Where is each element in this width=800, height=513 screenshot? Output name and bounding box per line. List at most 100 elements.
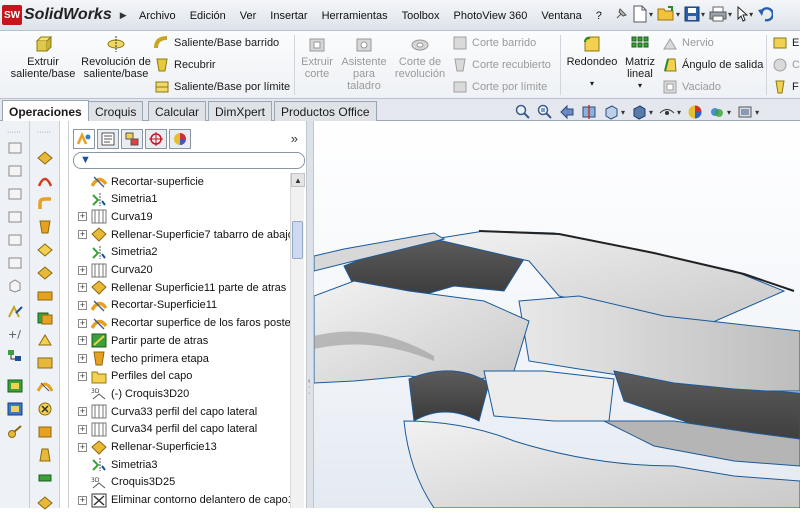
key-icon[interactable] — [7, 425, 23, 439]
tab-croquis[interactable]: Croquis — [88, 101, 144, 121]
zoom-to-fit-icon[interactable] — [515, 104, 531, 120]
delete-face-icon[interactable] — [37, 402, 53, 416]
curves-button[interactable]: C — [772, 56, 800, 74]
view-top-icon[interactable] — [7, 233, 23, 247]
menu-help[interactable]: ? — [589, 10, 609, 22]
linear-pattern-dropdown-icon[interactable]: ▾ — [622, 80, 658, 92]
extrude-boss-button[interactable]: Extruir saliente/base — [8, 35, 78, 80]
edit-appearance-icon[interactable] — [687, 104, 703, 120]
menu-expand-icon[interactable]: ▶ — [120, 10, 127, 21]
offset-surface-icon[interactable] — [37, 311, 53, 325]
cut-with-surface-icon[interactable] — [37, 448, 53, 462]
expand-toggle-icon[interactable]: + — [78, 336, 87, 346]
display-pane-icon[interactable] — [7, 379, 23, 393]
tree-item[interactable]: + Recortar superfice de los faros poster — [69, 315, 291, 332]
wrap-button[interactable]: E — [772, 34, 799, 52]
tree-item[interactable]: + techo primera etapa — [69, 350, 291, 367]
fillet-button[interactable]: Redondeo ▾ — [564, 35, 620, 90]
tree-item[interactable]: + Partir parte de atras — [69, 332, 291, 349]
tree-item[interactable]: + Eliminar contorno delantero de capo1 — [69, 492, 291, 508]
tree-item[interactable]: + Rellenar Superficie11 parte de atras — [69, 279, 291, 296]
graphics-area[interactable] — [314, 121, 800, 508]
configuration-manager-tab-icon[interactable] — [121, 129, 143, 149]
view-left-icon[interactable] — [7, 187, 23, 201]
add-relation-icon[interactable]: +/ — [7, 327, 23, 341]
swept-cut-button[interactable]: Corte barrido — [452, 34, 536, 52]
tree-item[interactable]: + Curva34 perfil del capo lateral — [69, 421, 291, 438]
sweep-boss-button[interactable]: Saliente/Base barrido — [154, 34, 279, 52]
ruled-surface-icon[interactable] — [37, 333, 53, 347]
hide-show-items-icon[interactable] — [659, 104, 675, 120]
view-settings-dropdown-icon[interactable]: ▾ — [755, 108, 759, 117]
tab-operaciones[interactable]: Operaciones — [2, 100, 89, 122]
expand-toggle-icon[interactable]: + — [78, 212, 87, 222]
menu-photoview[interactable]: PhotoView 360 — [447, 10, 535, 22]
view-settings-icon[interactable] — [737, 104, 753, 120]
hide-show-dropdown-icon[interactable]: ▾ — [677, 108, 681, 117]
expand-toggle-icon[interactable]: + — [78, 318, 87, 328]
revolve-cut-button[interactable]: Corte de revolución — [392, 35, 448, 80]
panel-splitter[interactable]: ‹ · · — [306, 121, 314, 508]
expand-toggle-icon[interactable]: + — [78, 300, 87, 310]
extrude-surface-icon[interactable] — [37, 151, 53, 165]
replace-face-icon[interactable] — [37, 425, 53, 439]
expand-toggle-icon[interactable]: + — [78, 495, 87, 505]
display-style-icon[interactable] — [631, 104, 647, 120]
extend-surface-icon[interactable] — [37, 356, 53, 370]
tree-item[interactable]: + Curva19 — [69, 208, 291, 225]
boundary-cut-button[interactable]: Corte por límite — [452, 78, 547, 96]
expand-panel-icon[interactable]: » — [291, 131, 298, 146]
apply-scene-dropdown-icon[interactable]: ▾ — [727, 108, 731, 117]
pin-icon[interactable] — [614, 4, 628, 24]
loft-surface-icon[interactable] — [37, 220, 53, 234]
menu-toolbox[interactable]: Toolbox — [395, 10, 447, 22]
lofted-cut-button[interactable]: Corte recubierto — [452, 56, 551, 74]
display-manager-tab-icon[interactable] — [169, 129, 191, 149]
view-bottom-icon[interactable] — [7, 256, 23, 270]
expand-toggle-icon[interactable]: + — [78, 442, 87, 452]
tree-item[interactable]: Simetria1 — [69, 191, 291, 208]
tree-item[interactable]: Simetria3 — [69, 456, 291, 473]
expand-toggle-icon[interactable]: + — [78, 371, 87, 381]
view-right-icon[interactable] — [7, 210, 23, 224]
expand-toggle-icon[interactable]: + — [78, 283, 87, 293]
sketch-tools-icon[interactable] — [7, 349, 23, 363]
extrude-cut-button[interactable]: Extruir corte — [297, 35, 337, 80]
fillet-dropdown-icon[interactable]: ▾ — [564, 78, 620, 90]
zoom-to-area-icon[interactable] — [537, 104, 553, 120]
linear-pattern-button[interactable]: Matriz lineal ▾ — [622, 35, 658, 92]
view-back-icon[interactable] — [7, 164, 23, 178]
tree-item[interactable]: 3D (-) Croquis3D20 — [69, 385, 291, 402]
tree-item[interactable]: Recortar-superficie — [69, 173, 291, 190]
tree-item[interactable]: + Perfiles del capo — [69, 368, 291, 385]
tree-item[interactable]: + Recortar-Superficie11 — [69, 297, 291, 314]
menu-insertar[interactable]: Insertar — [263, 10, 314, 22]
menu-edicion[interactable]: Edición — [183, 10, 233, 22]
menu-ver[interactable]: Ver — [233, 10, 264, 22]
draft-button[interactable]: Ángulo de salida — [662, 56, 763, 74]
menu-herramientas[interactable]: Herramientas — [315, 10, 395, 22]
app-logo[interactable]: SW SolidWorks ▶ — [2, 3, 127, 27]
filled-surface-icon[interactable] — [37, 266, 53, 280]
open-folder-icon[interactable]: ▾ — [657, 4, 680, 24]
pointer-icon[interactable]: ▾ — [736, 4, 753, 24]
reference-geometry-icon[interactable] — [7, 402, 23, 416]
tree-item[interactable]: + Rellenar-Superficie7 tabarro de abajo — [69, 226, 291, 243]
view-isometric-icon[interactable] — [7, 279, 23, 293]
new-document-icon[interactable]: ▾ — [632, 4, 653, 24]
dimxpert-manager-tab-icon[interactable] — [145, 129, 167, 149]
boundary-boss-button[interactable]: Saliente/Base por límite — [154, 78, 290, 96]
tree-item[interactable]: + Curva33 perfil del capo lateral — [69, 403, 291, 420]
shell-button[interactable]: Vaciado — [662, 78, 721, 96]
expand-toggle-icon[interactable]: + — [78, 265, 87, 275]
view-orientation-dropdown-icon[interactable]: ▾ — [621, 108, 625, 117]
boundary-surface-icon[interactable] — [37, 243, 53, 257]
expand-toggle-icon[interactable]: + — [78, 354, 87, 363]
features-button[interactable]: F — [772, 78, 799, 96]
expand-toggle-icon[interactable]: + — [78, 407, 87, 417]
property-manager-tab-icon[interactable] — [97, 129, 119, 149]
feature-tree-scrollbar[interactable]: ▲ — [290, 173, 305, 508]
display-style-dropdown-icon[interactable]: ▾ — [649, 108, 653, 117]
trim-surface-icon[interactable] — [36, 379, 54, 393]
feature-tree-filter[interactable]: ▼ — [73, 152, 305, 169]
